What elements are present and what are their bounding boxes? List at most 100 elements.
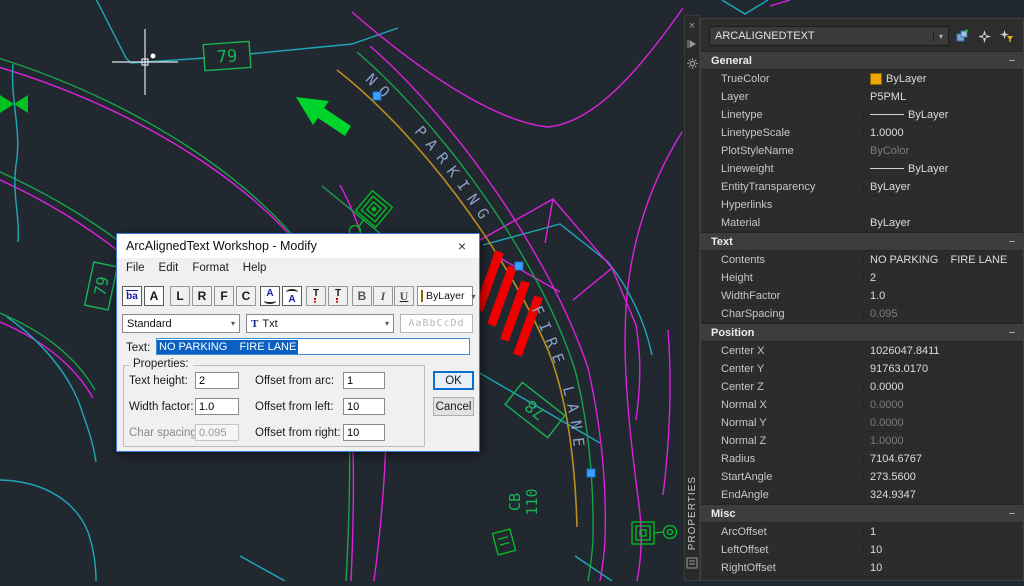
- property-row[interactable]: EndAngle 324.9347: [703, 486, 1021, 504]
- dialog-titlebar[interactable]: ArcAlignedText Workshop - Modify: [117, 234, 479, 258]
- svg-text:79: 79: [216, 46, 238, 67]
- menu-help[interactable]: Help: [236, 262, 274, 274]
- dialog-menubar: File Edit Format Help: [119, 258, 273, 277]
- grip-end[interactable]: [587, 469, 595, 477]
- palette-header: ARCALIGNEDTEXT ▾: [701, 19, 1023, 51]
- font-preview-box: AaBbCcDd: [400, 314, 473, 333]
- structure-label-79-left: 79: [85, 262, 118, 310]
- properties-palette: ARCALIGNEDTEXT ▾ General − TrueColor ByL…: [700, 18, 1024, 581]
- palette-tab-label: PROPERTIES: [687, 476, 698, 550]
- property-row[interactable]: Height 2: [703, 269, 1021, 287]
- width-factor-field[interactable]: [195, 398, 239, 415]
- menu-format[interactable]: Format: [185, 262, 235, 274]
- palette-close-icon[interactable]: ×: [689, 16, 695, 36]
- property-row[interactable]: RightOffset 10: [703, 559, 1021, 577]
- dialog-close-icon[interactable]: ×: [445, 234, 479, 258]
- linetype-sample: [870, 114, 904, 115]
- arc-text-no-parking[interactable]: NO PARKING: [362, 70, 497, 229]
- offset-arc-label: Offset from arc:: [255, 375, 334, 387]
- entity-type-select[interactable]: ARCALIGNEDTEXT ▾: [709, 26, 949, 46]
- offset-right-label: Offset from right:: [255, 427, 340, 439]
- property-row[interactable]: Normal Z 1.0000: [703, 432, 1021, 450]
- palette-settings-icon[interactable]: [687, 56, 698, 76]
- section-header-position[interactable]: Position −: [701, 323, 1023, 342]
- concave-button[interactable]: A: [260, 286, 280, 306]
- reverse-icon: ba: [126, 290, 138, 302]
- ok-button[interactable]: OK: [433, 371, 474, 390]
- property-row[interactable]: TrueColor ByLayer: [703, 70, 1021, 88]
- convex-icon: A: [286, 289, 298, 304]
- crosshair-cursor: [112, 29, 178, 95]
- reverse-direction-button[interactable]: ba: [122, 286, 142, 306]
- structure-label-78: 78: [505, 382, 565, 437]
- char-spacing-field: [195, 424, 239, 441]
- property-row[interactable]: StartAngle 273.5600: [703, 468, 1021, 486]
- collapse-icon[interactable]: −: [1009, 327, 1015, 339]
- arrow-marker: [296, 97, 351, 136]
- cancel-button[interactable]: Cancel: [433, 397, 474, 416]
- convex-button[interactable]: A: [282, 286, 302, 306]
- property-row[interactable]: WidthFactor 1.0: [703, 287, 1021, 305]
- property-row[interactable]: Center X 1026047.8411: [703, 342, 1021, 360]
- align-right-button[interactable]: R: [192, 286, 212, 306]
- select-objects-button[interactable]: [975, 27, 993, 45]
- collapse-icon[interactable]: −: [1009, 55, 1015, 67]
- outward-button[interactable]: T: [306, 286, 326, 306]
- property-row[interactable]: Center Z 0.0000: [703, 378, 1021, 396]
- property-row[interactable]: Layer P5PML: [703, 88, 1021, 106]
- entity-select-arrow-icon[interactable]: ▾: [933, 32, 948, 41]
- color-select[interactable]: ByLayer ▾: [417, 286, 473, 306]
- text-properties-button[interactable]: A: [144, 286, 164, 306]
- property-row[interactable]: Center Y 91763.0170: [703, 360, 1021, 378]
- svg-text:NO PARKING: NO PARKING: [362, 70, 497, 229]
- offset-arc-field[interactable]: [343, 372, 385, 389]
- offset-left-field[interactable]: [343, 398, 385, 415]
- toggle-pickadd-button[interactable]: [953, 27, 971, 45]
- inward-button[interactable]: T: [328, 286, 348, 306]
- property-row[interactable]: LinetypeScale 1.0000: [703, 124, 1021, 142]
- section-header-misc[interactable]: Misc −: [701, 504, 1023, 523]
- text-input[interactable]: NO PARKING FIRE LANE: [156, 338, 470, 355]
- quick-select-button[interactable]: [997, 27, 1015, 45]
- property-row[interactable]: ArcOffset 1: [703, 523, 1021, 541]
- arcalignedtext-dialog: ArcAlignedText Workshop - Modify × File …: [116, 233, 480, 452]
- bold-button[interactable]: B: [352, 286, 372, 306]
- text-field-label: Text:: [126, 342, 150, 354]
- property-row[interactable]: EntityTransparency ByLayer: [703, 178, 1021, 196]
- palette-titlebar[interactable]: × PROPERTIES: [684, 15, 700, 581]
- svg-text:110: 110: [523, 488, 541, 515]
- section-header-text[interactable]: Text −: [701, 232, 1023, 251]
- property-row[interactable]: PlotStyleName ByColor: [703, 142, 1021, 160]
- offset-right-field[interactable]: [343, 424, 385, 441]
- menu-file[interactable]: File: [119, 262, 152, 274]
- collapse-icon[interactable]: −: [1009, 508, 1015, 520]
- grip-start[interactable]: [373, 92, 381, 100]
- text-properties-icon: A: [150, 289, 159, 303]
- text-height-field[interactable]: [195, 372, 239, 389]
- property-row[interactable]: Material ByLayer: [703, 214, 1021, 232]
- property-row[interactable]: LeftOffset 10: [703, 541, 1021, 559]
- property-row[interactable]: Linetype ByLayer: [703, 106, 1021, 124]
- property-row[interactable]: CharSpacing 0.095: [703, 305, 1021, 323]
- property-row[interactable]: Normal X 0.0000: [703, 396, 1021, 414]
- palette-autohide-icon[interactable]: [687, 36, 697, 56]
- structure-label-cb110: CB 110: [506, 488, 541, 515]
- grip-middle[interactable]: [515, 262, 523, 270]
- collapse-icon[interactable]: −: [1009, 236, 1015, 248]
- property-row[interactable]: Hyperlinks: [703, 196, 1021, 214]
- property-row[interactable]: Contents NO PARKING FIRE LANE: [703, 251, 1021, 269]
- font-select[interactable]: T Txt ▾: [246, 314, 394, 333]
- underline-button[interactable]: U: [394, 286, 414, 306]
- menu-edit[interactable]: Edit: [152, 262, 186, 274]
- property-row[interactable]: Radius 7104.6767: [703, 450, 1021, 468]
- font-type-icon: T: [251, 318, 258, 330]
- property-row[interactable]: Normal Y 0.0000: [703, 414, 1021, 432]
- fit-button[interactable]: F: [214, 286, 234, 306]
- style-select[interactable]: Standard ▾: [122, 314, 240, 333]
- center-button[interactable]: C: [236, 286, 256, 306]
- italic-button[interactable]: I: [373, 286, 393, 306]
- align-left-button[interactable]: L: [170, 286, 190, 306]
- section-header-general[interactable]: General −: [701, 51, 1023, 70]
- property-row[interactable]: Lineweight ByLayer: [703, 160, 1021, 178]
- manhole-symbol-lower: [632, 522, 677, 544]
